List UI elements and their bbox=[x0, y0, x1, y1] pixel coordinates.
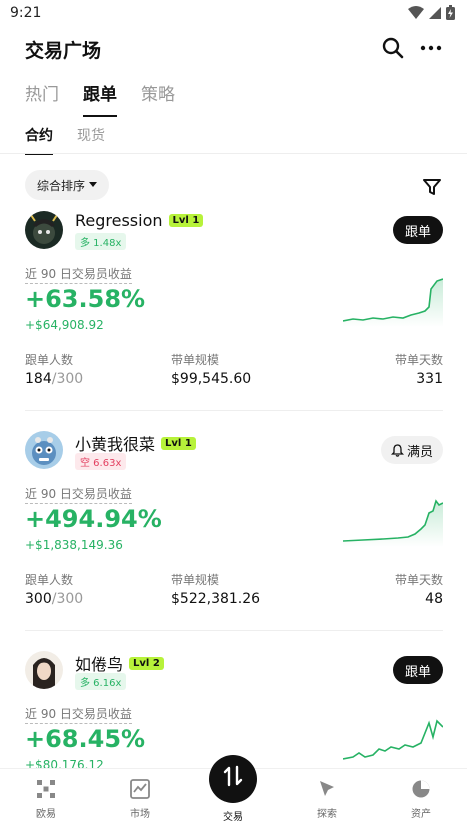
nav-label: 资产 bbox=[411, 809, 431, 820]
profit-label: 近 90 日交易员收益 bbox=[25, 265, 132, 284]
followers-stat: 跟单人数 300/300 bbox=[25, 571, 83, 607]
subtab-spot[interactable]: 现货 bbox=[77, 125, 105, 153]
profit-label: 近 90 日交易员收益 bbox=[25, 705, 132, 724]
trader-name-row: 如倦鸟 Lvl 2 bbox=[75, 651, 164, 675]
nav-label: 探索 bbox=[317, 809, 337, 820]
subtab-futures[interactable]: 合约 bbox=[25, 125, 53, 155]
profit-sparkline bbox=[343, 278, 443, 327]
pie-chart-icon bbox=[412, 780, 430, 798]
filter-icon[interactable] bbox=[423, 178, 441, 196]
nav-explore[interactable]: 探索 bbox=[297, 779, 357, 820]
followers-count: 300 bbox=[25, 591, 52, 607]
sort-label: 综合排序 bbox=[37, 178, 86, 193]
profit-sparkline bbox=[343, 719, 443, 760]
aum-stat: 带单规模 $99,545.60 bbox=[171, 351, 251, 387]
tab-strategy[interactable]: 策略 bbox=[141, 80, 175, 115]
profit-label: 近 90 日交易员收益 bbox=[25, 485, 132, 504]
followers-stat: 跟单人数 184/300 bbox=[25, 351, 83, 387]
bell-icon bbox=[390, 443, 404, 457]
copy-button[interactable]: 跟单 bbox=[392, 216, 443, 244]
nav-market[interactable]: 市场 bbox=[110, 779, 170, 820]
nav-okx[interactable]: 欧易 bbox=[16, 779, 76, 820]
stat-label: 带单规模 bbox=[171, 353, 220, 367]
battery-icon bbox=[446, 5, 455, 20]
stat-value: $99,545.60 bbox=[171, 371, 252, 387]
secondary-tabs: 合约 现货 bbox=[25, 125, 105, 155]
full-label: 满员 bbox=[406, 444, 433, 460]
trader-card[interactable]: 如倦鸟 Lvl 2 多 6.16x 跟单 近 90 日交易员收益 +68.45%… bbox=[25, 651, 443, 768]
followers-count: 184 bbox=[25, 371, 52, 387]
wifi-icon bbox=[408, 5, 424, 19]
trader-name: Regression bbox=[75, 211, 163, 230]
avatar bbox=[25, 431, 63, 469]
stat-label: 跟单人数 bbox=[25, 353, 74, 367]
profit-percent: +63.58% bbox=[25, 285, 146, 313]
leverage-badge: 多 1.48x bbox=[75, 233, 127, 250]
tab-copy-trading[interactable]: 跟单 bbox=[83, 80, 117, 117]
days-stat: 带单天数 331 bbox=[395, 351, 443, 387]
stat-value: $522,381.26 bbox=[171, 591, 261, 607]
full-button[interactable]: 满员 bbox=[380, 436, 443, 464]
stat-value: 48 bbox=[425, 591, 443, 607]
swap-arrows-icon bbox=[223, 765, 243, 787]
sort-dropdown[interactable]: 综合排序 bbox=[25, 170, 110, 200]
page-title: 交易广场 bbox=[25, 40, 102, 62]
nav-label: 欧易 bbox=[36, 809, 56, 820]
primary-tabs: 热门 跟单 策略 bbox=[25, 80, 175, 117]
avatar bbox=[25, 651, 63, 689]
trader-name-row: Regression Lvl 1 bbox=[75, 211, 204, 230]
card-divider bbox=[25, 410, 443, 411]
explore-icon bbox=[320, 781, 334, 796]
level-badge: Lvl 1 bbox=[168, 214, 204, 227]
profit-amount: +$64,908.92 bbox=[25, 318, 104, 332]
leverage-badge: 多 6.16x bbox=[75, 673, 127, 690]
stat-value: 184/300 bbox=[25, 371, 83, 387]
status-bar: 9:21 bbox=[0, 0, 467, 28]
trader-name: 如倦鸟 bbox=[75, 655, 124, 674]
stat-value: 331 bbox=[416, 371, 443, 387]
nav-label: 交易 bbox=[223, 812, 243, 823]
bottom-nav: 欧易 市场 交易 探索 资产 bbox=[0, 755, 467, 830]
level-badge: Lvl 1 bbox=[161, 436, 196, 450]
stat-value: 300/300 bbox=[25, 591, 83, 607]
trader-card[interactable]: Regression Lvl 1 多 1.48x 跟单 近 90 日交易员收益 … bbox=[25, 211, 443, 411]
stat-label: 带单天数 bbox=[394, 353, 443, 367]
nav-label: 市场 bbox=[130, 809, 150, 820]
trader-card[interactable]: 小黄我很菜 Lvl 1 空 6.63x 满员 近 90 日交易员收益 +494.… bbox=[25, 431, 443, 631]
trader-name-row: 小黄我很菜 Lvl 1 bbox=[75, 431, 196, 455]
followers-max: /300 bbox=[51, 371, 84, 387]
stat-label: 跟单人数 bbox=[25, 573, 74, 587]
level-badge: Lvl 2 bbox=[129, 656, 164, 670]
nav-trade[interactable]: 交易 bbox=[203, 755, 263, 823]
tab-hot[interactable]: 热门 bbox=[25, 80, 59, 115]
signal-icon bbox=[429, 6, 441, 19]
profit-amount: +$80,176.12 bbox=[25, 758, 104, 768]
trader-name: 小黄我很菜 bbox=[75, 435, 156, 454]
days-stat: 带单天数 48 bbox=[395, 571, 443, 607]
system-icons bbox=[408, 5, 455, 20]
more-icon[interactable] bbox=[419, 36, 443, 60]
trade-button[interactable] bbox=[209, 755, 257, 803]
profit-percent: +68.45% bbox=[25, 725, 146, 753]
copy-button[interactable]: 跟单 bbox=[392, 656, 443, 684]
stat-label: 带单天数 bbox=[394, 573, 443, 587]
nav-assets[interactable]: 资产 bbox=[391, 779, 451, 820]
stat-label: 带单规模 bbox=[171, 573, 220, 587]
avatar bbox=[25, 211, 63, 249]
caret-down-icon bbox=[89, 182, 98, 187]
card-divider bbox=[25, 630, 443, 631]
search-icon[interactable] bbox=[381, 36, 405, 60]
divider bbox=[0, 153, 467, 154]
profit-sparkline bbox=[343, 499, 443, 547]
top-bar: 交易广场 bbox=[0, 30, 467, 66]
okx-logo-icon bbox=[37, 780, 55, 798]
profit-amount: +$1,838,149.36 bbox=[25, 538, 123, 552]
chart-icon bbox=[130, 779, 150, 799]
leverage-badge: 空 6.63x bbox=[75, 453, 127, 470]
followers-max: /300 bbox=[51, 591, 84, 607]
aum-stat: 带单规模 $522,381.26 bbox=[171, 571, 260, 607]
status-time: 9:21 bbox=[10, 5, 42, 21]
profit-percent: +494.94% bbox=[25, 505, 162, 533]
